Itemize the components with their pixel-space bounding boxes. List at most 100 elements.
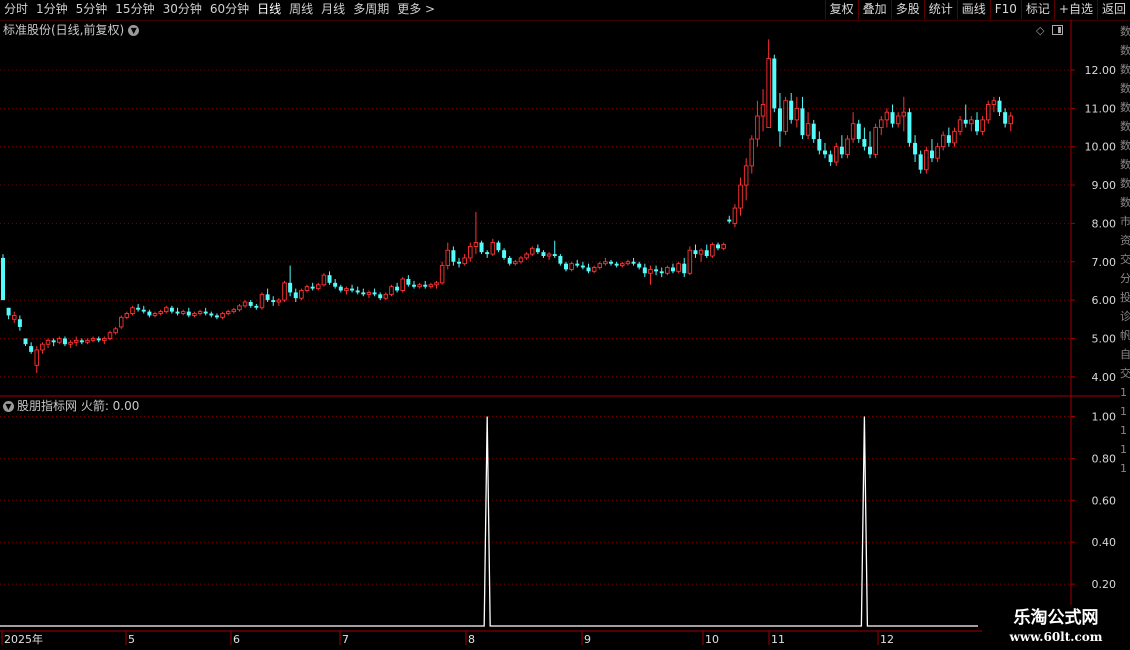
candle-body [524,253,529,259]
side-strip-char: 交 [1120,253,1130,266]
x-tick-label: 5 [128,633,135,646]
candle-body [659,271,664,274]
candle-body [276,299,282,303]
chart-canvas[interactable]: 12.0011.0010.009.008.007.006.005.004.001… [0,0,1130,650]
candle-body [107,332,113,339]
candle-body [558,255,563,264]
candle-body [51,340,56,343]
candle-body [310,286,315,289]
candle-body [822,150,827,155]
side-strip-char: 数 [1120,63,1130,76]
candle-body [186,311,191,316]
candle-body [777,108,782,132]
side-strip-char: 数 [1120,196,1130,209]
candle-body [417,284,422,288]
side-strip-char: 数 [1120,44,1130,57]
candle-body [783,100,788,132]
candle-body [383,293,389,299]
candle-body [6,307,11,316]
candle-body [772,58,777,109]
candle-body [895,115,901,125]
candle-body [732,207,738,224]
candle-body [794,107,800,121]
rocket-indicator-line [0,416,978,627]
candle-body [637,263,642,268]
candle-body [68,341,73,345]
candle-body [929,150,934,159]
candle-body [879,119,884,128]
candle-body [428,284,434,288]
candle-body [890,112,895,124]
candle-body [817,139,822,151]
side-strip-char: 交 [1120,367,1130,380]
candle-body [631,261,636,264]
candle-body [901,111,907,117]
candle-body [17,319,22,327]
y-tick-label: 5.00 [1092,332,1117,345]
candle-body [856,123,861,140]
candle-body [225,311,231,314]
y-tick-label: 1.00 [1092,411,1117,424]
candle-body [350,288,355,291]
candle-body [209,313,214,316]
y-tick-label: 0.40 [1092,536,1117,549]
side-strip-char: 1 [1120,424,1127,437]
candle-body [648,268,653,274]
candle-body [40,343,45,351]
y-tick-label: 0.60 [1092,494,1117,507]
side-strip-char: 1 [1120,405,1127,418]
candle-body [986,104,991,121]
side-panel-strip: 数数数数数数数数数数市资交分投诊帆自交11111 [1120,20,1130,650]
candle-body [180,311,186,314]
candle-body [321,274,327,286]
candle-body [805,123,811,136]
side-strip-char: 市 [1120,215,1130,228]
candle-body [118,316,124,328]
candle-body [197,311,203,314]
candle-body [721,244,726,249]
candle-body [400,278,405,291]
x-tick-label: 2025年 [4,632,43,646]
candle-body [676,263,681,272]
candle-body [457,261,462,264]
candle-body [434,282,439,286]
candle-body [1,257,5,301]
candle-body [130,307,135,314]
candle-body [913,142,918,155]
candle-body [546,253,552,257]
candle-body [192,313,197,316]
candle-body [884,111,890,121]
candle-body [96,338,101,341]
side-strip-char: 数 [1120,120,1130,133]
candle-body [687,249,693,274]
candle-body [220,313,225,318]
candle-body [73,339,79,343]
candle-body [974,119,979,132]
candle-body [451,250,456,262]
candle-body [569,263,574,270]
x-tick-label: 7 [342,633,349,646]
candle-body [62,338,67,345]
side-strip-char: 投 [1120,291,1130,304]
candle-body [259,293,265,309]
candle-body [327,275,332,283]
candle-body [490,242,496,255]
side-strip-char: 帆 [1120,329,1130,342]
side-strip-char: 数 [1120,101,1130,114]
candle-body [862,139,867,147]
candle-body [254,305,259,308]
side-strip-char: 数 [1120,25,1130,38]
candle-body [214,315,219,318]
candle-body [473,242,479,247]
candle-body [564,263,568,270]
y-tick-label: 10.00 [1085,141,1117,154]
y-tick-label: 9.00 [1092,179,1117,192]
candle-body [946,135,951,143]
candle-body [850,123,856,140]
candle-body [597,263,603,268]
candle-body [828,154,833,163]
y-tick-label: 7.00 [1092,256,1117,269]
candle-body [265,294,270,301]
side-strip-char: 数 [1120,177,1130,190]
candle-body [136,307,141,310]
